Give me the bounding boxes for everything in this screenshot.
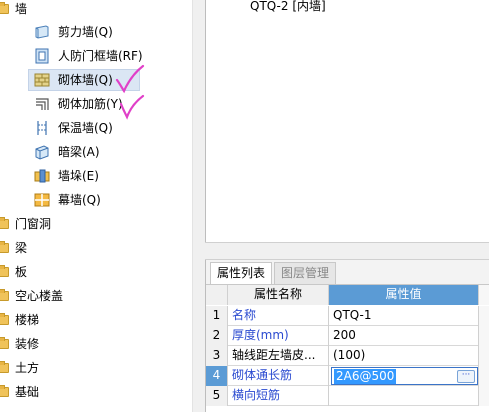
tree-category-foundation[interactable]: 基础: [0, 381, 192, 403]
column-header-name[interactable]: 属性名称: [228, 285, 329, 305]
folder-icon: [0, 313, 9, 325]
drawing-view[interactable]: QTQ-2 [内墙]: [205, 0, 489, 242]
tree-category-door-window-opening[interactable]: 门窗洞: [0, 213, 192, 235]
property-grid-header: 属性名称 属性值: [206, 285, 489, 305]
component-tree: 墙 剪力墙(Q) 人防门框墙(RF) 砌体墙(Q) 砌体加筋(Y) 保温墙(Q)…: [0, 0, 192, 412]
table-row[interactable]: 5 横向短筋: [206, 386, 489, 406]
folder-icon: [0, 217, 9, 229]
property-value[interactable]: (100): [329, 346, 479, 366]
curtain-wall-icon: [34, 193, 50, 207]
tree-category-beam[interactable]: 梁: [0, 237, 192, 259]
folder-icon: [0, 265, 9, 277]
row-number-header: [206, 285, 228, 305]
column-header-value[interactable]: 属性值: [329, 285, 479, 305]
tree-category-wall[interactable]: 墙: [0, 0, 192, 20]
tree-category-label: 空心楼盖: [15, 289, 64, 303]
table-row[interactable]: 3 轴线距左墙皮... (100): [206, 346, 489, 366]
tree-item-wall-pier[interactable]: 墙垛(E): [34, 165, 192, 187]
property-name: 横向短筋: [228, 386, 329, 406]
tree-item-insulation-wall[interactable]: 保温墙(Q): [34, 117, 192, 139]
tree-item-curtain-wall[interactable]: 幕墙(Q): [34, 189, 192, 211]
folder-icon: [0, 361, 9, 373]
property-panel: 属性列表 图层管理 属性名称 属性值 1 名称 QTQ-1 2 厚度(mm) 2…: [205, 260, 489, 412]
masonry-wall-icon: [34, 73, 50, 87]
shear-wall-icon: [35, 25, 49, 39]
hidden-beam-icon: [35, 145, 49, 160]
checkmark-annotation: [119, 94, 145, 120]
tree-category-label: 楼梯: [15, 313, 40, 327]
row-number: 4: [206, 366, 228, 386]
tree-category-stairs[interactable]: 楼梯: [0, 309, 192, 331]
tree-item-label: 砌体加筋(Y): [58, 97, 123, 111]
tree-category-label: 基础: [15, 385, 40, 399]
editor-selected-text[interactable]: 2A6@500: [334, 369, 397, 384]
panel-splitter[interactable]: [205, 242, 489, 260]
row-number: 3: [206, 346, 228, 366]
tree-item-civil-defense-door-wall[interactable]: 人防门框墙(RF): [34, 45, 192, 67]
tree-item-label: 保温墙(Q): [58, 121, 113, 135]
tree-category-slab[interactable]: 板: [0, 261, 192, 283]
property-tabs: 属性列表 图层管理: [210, 262, 338, 284]
row-number: 1: [206, 306, 228, 326]
ellipsis-button[interactable]: ···: [457, 370, 475, 383]
tree-item-label: 暗梁(A): [58, 145, 100, 159]
row-extra: [479, 386, 489, 406]
masonry-reinforcement-icon: [36, 98, 49, 110]
row-extra: [479, 346, 489, 366]
tree-item-label: 人防门框墙(RF): [58, 49, 143, 63]
tree-item-label: 剪力墙(Q): [58, 25, 113, 39]
insulation-wall-icon: [37, 121, 47, 135]
property-value-editor[interactable]: 2A6@500 ···: [331, 367, 478, 385]
folder-icon: [0, 289, 9, 301]
tab-layer-management[interactable]: 图层管理: [274, 262, 337, 284]
table-row[interactable]: 1 名称 QTQ-1: [206, 306, 489, 326]
row-extra: [479, 326, 489, 346]
column-header-extra: [479, 285, 489, 305]
property-name: 名称: [228, 306, 329, 326]
civil-defense-door-wall-icon: [35, 48, 49, 64]
property-value[interactable]: [329, 386, 479, 406]
tree-category-label: 门窗洞: [15, 217, 52, 231]
folder-icon: [0, 385, 9, 397]
tree-item-masonry-wall[interactable]: 砌体墙(Q): [34, 69, 192, 91]
tree-category-label: 土方: [15, 361, 40, 375]
tree-category-decoration[interactable]: 装修: [0, 333, 192, 355]
tree-scrollbar[interactable]: [192, 0, 205, 412]
tree-category-label: 板: [15, 265, 28, 279]
view-title: QTQ-2 [内墙]: [250, 0, 326, 13]
row-extra: [479, 306, 489, 326]
tree-category-hollow-floor[interactable]: 空心楼盖: [0, 285, 192, 307]
tree-item-label: 砌体墙(Q): [58, 73, 113, 87]
tree-item-label: 墙垛(E): [58, 169, 99, 183]
tree-item-hidden-beam[interactable]: 暗梁(A): [34, 141, 192, 163]
tree-category-label: 梁: [15, 241, 28, 255]
row-number: 2: [206, 326, 228, 346]
folder-icon: [0, 337, 9, 349]
property-value[interactable]: QTQ-1: [329, 306, 479, 326]
tree-category-label: 墙: [15, 2, 28, 16]
tree-item-shear-wall[interactable]: 剪力墙(Q): [34, 21, 192, 43]
tree-category-earthwork[interactable]: 土方: [0, 357, 192, 379]
row-number: 5: [206, 386, 228, 406]
property-name: 厚度(mm): [228, 326, 329, 346]
row-extra: [479, 366, 489, 386]
tree-category-label: 装修: [15, 337, 40, 351]
tree-item-label: 幕墙(Q): [58, 193, 101, 207]
property-name: 轴线距左墙皮...: [228, 346, 329, 366]
checkmark-annotation: [115, 64, 145, 94]
wall-pier-icon: [34, 169, 50, 183]
tab-property-list[interactable]: 属性列表: [210, 262, 273, 284]
property-value[interactable]: 200: [329, 326, 479, 346]
folder-icon: [0, 2, 9, 14]
tree-item-masonry-reinforcement[interactable]: 砌体加筋(Y): [34, 93, 192, 115]
table-row[interactable]: 2 厚度(mm) 200: [206, 326, 489, 346]
property-grid: 属性名称 属性值 1 名称 QTQ-1 2 厚度(mm) 200 3 轴线距左墙…: [206, 284, 489, 412]
table-row[interactable]: 4 砌体通长筋 2A6@500 ···: [206, 366, 489, 386]
folder-icon: [0, 241, 9, 253]
property-name: 砌体通长筋: [228, 366, 329, 386]
